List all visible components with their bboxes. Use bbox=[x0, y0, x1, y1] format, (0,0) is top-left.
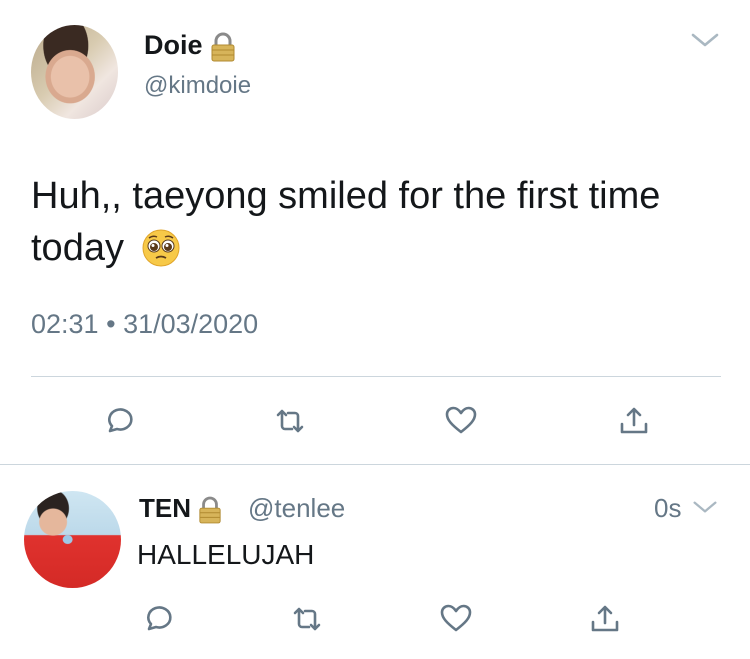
chevron-down-icon[interactable] bbox=[690, 30, 720, 50]
retweet-icon[interactable] bbox=[273, 404, 307, 438]
author-handle[interactable]: @kimdoie bbox=[144, 72, 251, 100]
tweet-text-content: Huh,, taeyong smiled for the first time … bbox=[31, 175, 661, 269]
lock-icon bbox=[211, 32, 235, 62]
like-icon[interactable] bbox=[444, 404, 478, 438]
divider bbox=[31, 376, 721, 377]
avatar[interactable] bbox=[24, 491, 121, 588]
tweet-timestamp[interactable]: 02:31 • 31/03/2020 bbox=[31, 309, 258, 340]
reply-icon[interactable] bbox=[100, 404, 134, 438]
retweet-icon[interactable] bbox=[290, 602, 324, 636]
author-name[interactable]: Doie bbox=[144, 30, 236, 62]
chevron-down-icon[interactable] bbox=[692, 498, 718, 516]
avatar[interactable] bbox=[31, 25, 118, 119]
reply-author-name[interactable]: TEN bbox=[139, 493, 222, 524]
reply-text: HALLELUJAH bbox=[137, 539, 315, 570]
pleading-face-emoji bbox=[142, 229, 180, 267]
lock-icon bbox=[199, 496, 221, 524]
tweet-time[interactable]: 02:31 bbox=[31, 309, 99, 339]
like-icon[interactable] bbox=[439, 602, 473, 636]
reply-display-name[interactable]: TEN bbox=[139, 493, 191, 523]
tweet-text: Huh,, taeyong smiled for the first time … bbox=[31, 170, 731, 274]
divider bbox=[0, 464, 750, 465]
share-icon[interactable] bbox=[588, 602, 622, 636]
author-display-name[interactable]: Doie bbox=[144, 30, 203, 60]
reply-handle[interactable]: @tenlee bbox=[248, 493, 345, 524]
reply-time[interactable]: 0s bbox=[654, 493, 681, 524]
tweet-date[interactable]: 31/03/2020 bbox=[123, 309, 258, 339]
share-icon[interactable] bbox=[617, 404, 651, 438]
reply-icon[interactable] bbox=[139, 602, 173, 636]
meta-separator: • bbox=[106, 309, 116, 339]
